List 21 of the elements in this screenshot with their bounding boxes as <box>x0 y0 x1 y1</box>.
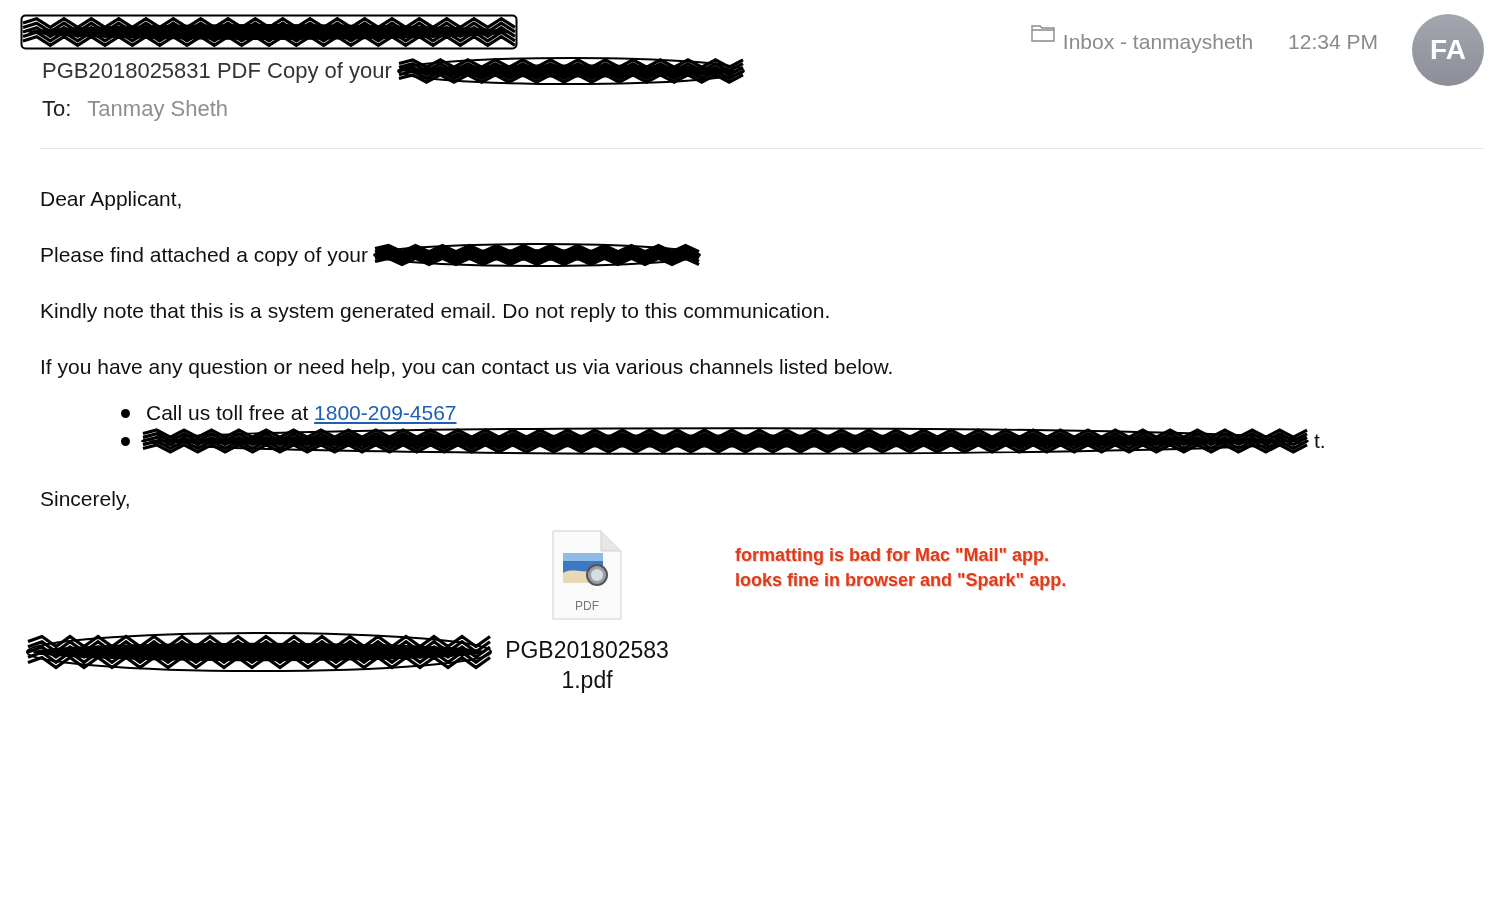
file-type-label: PDF <box>574 599 600 613</box>
received-time: 12:34 PM <box>1288 30 1378 54</box>
mailbox-name: Inbox - tanmaysheth <box>1062 30 1254 54</box>
sender-avatar: FA <box>1412 14 1484 86</box>
pdf-file-icon[interactable] <box>551 529 623 621</box>
phone-link[interactable]: 1800-209-4567 <box>314 401 457 424</box>
body-paragraph: If you have any question or need help, you can contact us via various channels listed below. <box>40 355 894 379</box>
recipient-name: Tanmay Sheth <box>87 96 228 122</box>
bullet-dot <box>121 436 130 446</box>
body-paragraph: Sincerely, <box>40 487 131 511</box>
body-paragraph: Dear Applicant, <box>40 187 183 211</box>
folder-icon <box>1030 24 1055 42</box>
annotation-note: formatting is bad for Mac "Mail" app. looks fine in browser and "Spark" app. <box>734 544 1068 592</box>
body-paragraph: Kindly note that this is a system generated email. Do not reply to this communication. <box>40 299 831 323</box>
body-paragraph: Please find attached a copy of your <box>40 243 369 267</box>
to-label: To: <box>42 96 72 122</box>
email-subject: PGB2018025831 PDF Copy of your <box>42 58 392 84</box>
bullet-text: t. <box>1314 429 1326 453</box>
bullet-dot <box>121 408 130 418</box>
bullet-text: Call us toll free at 1800-209-4567 <box>146 401 457 425</box>
attachment-filename: PGB201802583 1.pdf <box>504 636 670 695</box>
